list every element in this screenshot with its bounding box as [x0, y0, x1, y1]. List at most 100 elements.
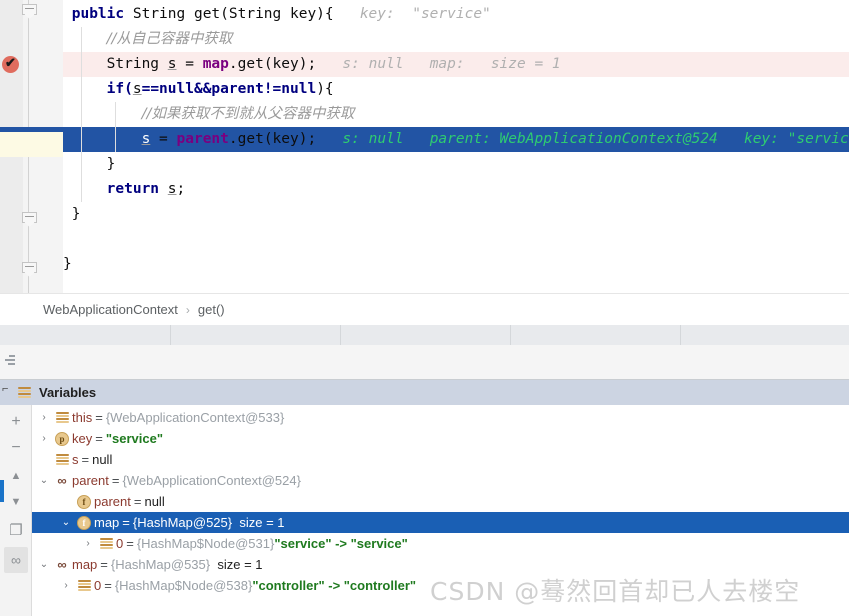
variable-reference: {WebApplicationContext@524} [122, 473, 301, 488]
reference-icon: ∞ [57, 557, 67, 572]
code-token: s: null map: size = 1 [316, 56, 561, 72]
code-line[interactable]: } [63, 252, 849, 277]
collapse-arrow-icon[interactable]: ⌄ [36, 559, 52, 570]
reference-icon: ∞ [57, 473, 67, 488]
code-line[interactable] [63, 227, 849, 252]
code-token: ; [176, 181, 186, 197]
code-token: s [167, 56, 177, 72]
equals-sign: = [95, 410, 103, 425]
variable-row[interactable]: ⌄ f map = {HashMap@525} size = 1 [32, 512, 849, 533]
breadcrumb-separator: › [185, 302, 190, 317]
variable-reference: {HashMap@525} [132, 515, 233, 530]
expand-arrow-icon[interactable]: › [80, 538, 96, 549]
code-line[interactable]: if(s==null&&parent!=null){ [63, 77, 849, 102]
code-token: map [202, 56, 229, 72]
variable-name: map [94, 515, 120, 530]
code-line[interactable]: } [63, 202, 849, 227]
code-line[interactable]: String s = map.get(key); s: null map: si… [63, 52, 849, 77]
parameter-icon: f [74, 515, 94, 530]
code-line[interactable]: return s; [63, 177, 849, 202]
variable-name: 0 [116, 536, 124, 551]
variable-value: "service" [105, 431, 163, 446]
variable-row[interactable]: ⌄ ∞ parent = {WebApplicationContext@524} [32, 470, 849, 491]
fold-marker-icon[interactable] [22, 262, 37, 277]
breadcrumb-class[interactable]: WebApplicationContext [43, 302, 178, 317]
indent-guide [115, 102, 116, 152]
variable-value: null [92, 452, 113, 467]
field-icon [96, 537, 116, 550]
code-token: .get(key); [228, 131, 317, 147]
breadcrumb[interactable]: WebApplicationContext › get() [0, 293, 849, 325]
variable-row[interactable]: › p key = "service" [32, 428, 849, 449]
frames-icon [5, 355, 19, 366]
code-editor[interactable]: public String get(String key){ key: "ser… [0, 0, 849, 293]
equals-sign: = [122, 515, 130, 530]
variable-row[interactable]: › 0 = {HashMap$Node@531} "service" -> "serv… [32, 533, 849, 554]
collection-size: size = 1 [217, 557, 263, 572]
remove-watch-button[interactable]: − [4, 435, 28, 461]
code-line[interactable]: //如果获取不到就从父容器中获取 [63, 102, 849, 127]
ide-debug-window: public String get(String key){ key: "ser… [0, 0, 849, 616]
equals-sign: = [100, 557, 108, 572]
code-token: //如果获取不到就从父容器中获取 [141, 106, 355, 122]
variable-reference: {WebApplicationContext@533} [105, 410, 285, 425]
variables-panel-header[interactable]: ⌐ Variables [0, 380, 849, 405]
code-token: ){ [316, 81, 334, 97]
move-up-button[interactable]: ▲ [4, 463, 28, 489]
collection-size: size = 1 [239, 515, 285, 530]
code-token: = [176, 56, 203, 72]
copy-value-button[interactable]: ❐ [4, 517, 28, 543]
move-down-button[interactable]: ▼ [4, 489, 28, 515]
field-icon [52, 411, 72, 424]
breakpoint-verified-icon[interactable]: ✔ [2, 55, 19, 73]
code-token: s [132, 81, 142, 97]
variable-value: null [144, 494, 165, 509]
variable-row[interactable]: f parent = null [32, 491, 849, 512]
variable-name: parent [94, 494, 131, 509]
fold-marker-icon[interactable] [22, 212, 37, 227]
expand-arrow-icon[interactable]: › [36, 433, 52, 444]
code-token: String [106, 56, 168, 72]
variable-row[interactable]: › this = {WebApplicationContext@533} [32, 407, 849, 428]
code-line[interactable]: } [63, 152, 849, 177]
collapse-arrow-icon[interactable]: ⌄ [58, 517, 74, 528]
variable-reference: {HashMap$Node@538} [114, 578, 253, 593]
field-icon [74, 579, 94, 592]
code-token: s [167, 181, 177, 197]
expand-arrow-icon[interactable]: › [36, 412, 52, 423]
variable-name: 0 [94, 578, 102, 593]
collapse-arrow-icon[interactable]: ⌄ [36, 475, 52, 486]
equals-sign: = [126, 536, 134, 551]
code-token: ==null&&parent!=null [141, 81, 317, 97]
variables-toolbar[interactable]: + − ▲ ▼ ❐ ∞ [0, 405, 32, 616]
breadcrumb-method[interactable]: get() [198, 302, 225, 317]
variable-name: key [72, 431, 93, 446]
csdn-watermark: CSDN @蓦然回首却已人去楼空 [430, 577, 801, 606]
code-token: parent [176, 131, 229, 147]
code-line[interactable]: public String get(String key){ key: "ser… [63, 2, 849, 27]
frames-strip [0, 345, 849, 380]
code-token: } [71, 206, 81, 222]
pin-icon[interactable]: ⌐ [2, 383, 16, 397]
expand-arrow-icon[interactable]: › [58, 580, 74, 591]
variable-row[interactable]: s = null [32, 449, 849, 470]
code-token: .get(key); [228, 56, 317, 72]
equals-sign: = [111, 473, 120, 488]
code-token: s [141, 131, 151, 147]
variables-icon [18, 386, 31, 399]
parameter-icon: f [74, 494, 94, 509]
code-text-area[interactable]: public String get(String key){ key: "ser… [0, 0, 849, 293]
code-line[interactable]: s = parent.get(key); s: null parent: Web… [63, 127, 849, 152]
toggle-references-button[interactable]: ∞ [4, 547, 28, 573]
variable-value: "service" -> "service" [274, 536, 408, 551]
variable-name: parent [72, 473, 109, 488]
variable-name: s [72, 452, 79, 467]
variable-reference: {HashMap@535} [110, 557, 211, 572]
breakpoint-checkmark: ✔ [5, 55, 16, 70]
code-token: public [71, 6, 125, 22]
fold-marker-icon[interactable] [22, 4, 37, 19]
equals-sign: = [81, 452, 90, 467]
add-watch-button[interactable]: + [4, 409, 28, 435]
current-line-gutter-highlight [0, 132, 63, 157]
code-line[interactable]: //从自己容器中获取 [63, 27, 849, 52]
